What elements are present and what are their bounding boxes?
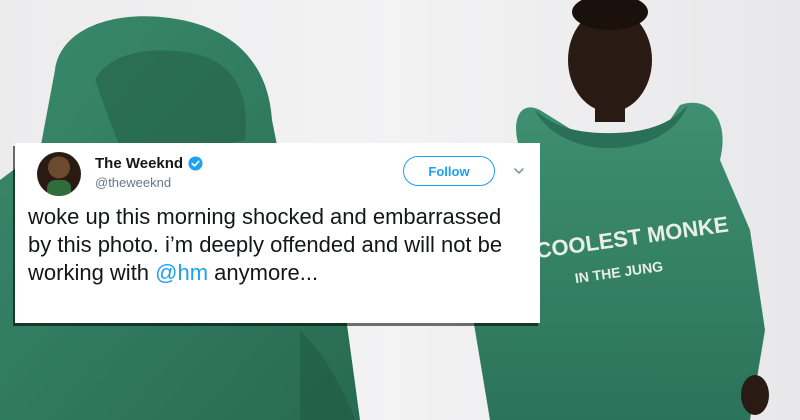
follow-button[interactable]: Follow bbox=[403, 156, 495, 186]
verified-badge-icon bbox=[188, 156, 203, 171]
author-name-row: The Weeknd bbox=[95, 155, 203, 172]
mention-link[interactable]: @hm bbox=[155, 260, 208, 285]
tweet-card: The Weeknd @theweeknd Follow woke up thi… bbox=[15, 143, 540, 323]
author-avatar[interactable] bbox=[37, 152, 81, 196]
tweet-text-end: anymore... bbox=[208, 260, 319, 285]
author-handle[interactable]: @theweeknd bbox=[95, 175, 171, 190]
author-name[interactable]: The Weeknd bbox=[95, 155, 183, 172]
chevron-down-icon[interactable] bbox=[512, 164, 526, 178]
tweet-text: woke up this morning shocked and embarra… bbox=[28, 203, 528, 287]
